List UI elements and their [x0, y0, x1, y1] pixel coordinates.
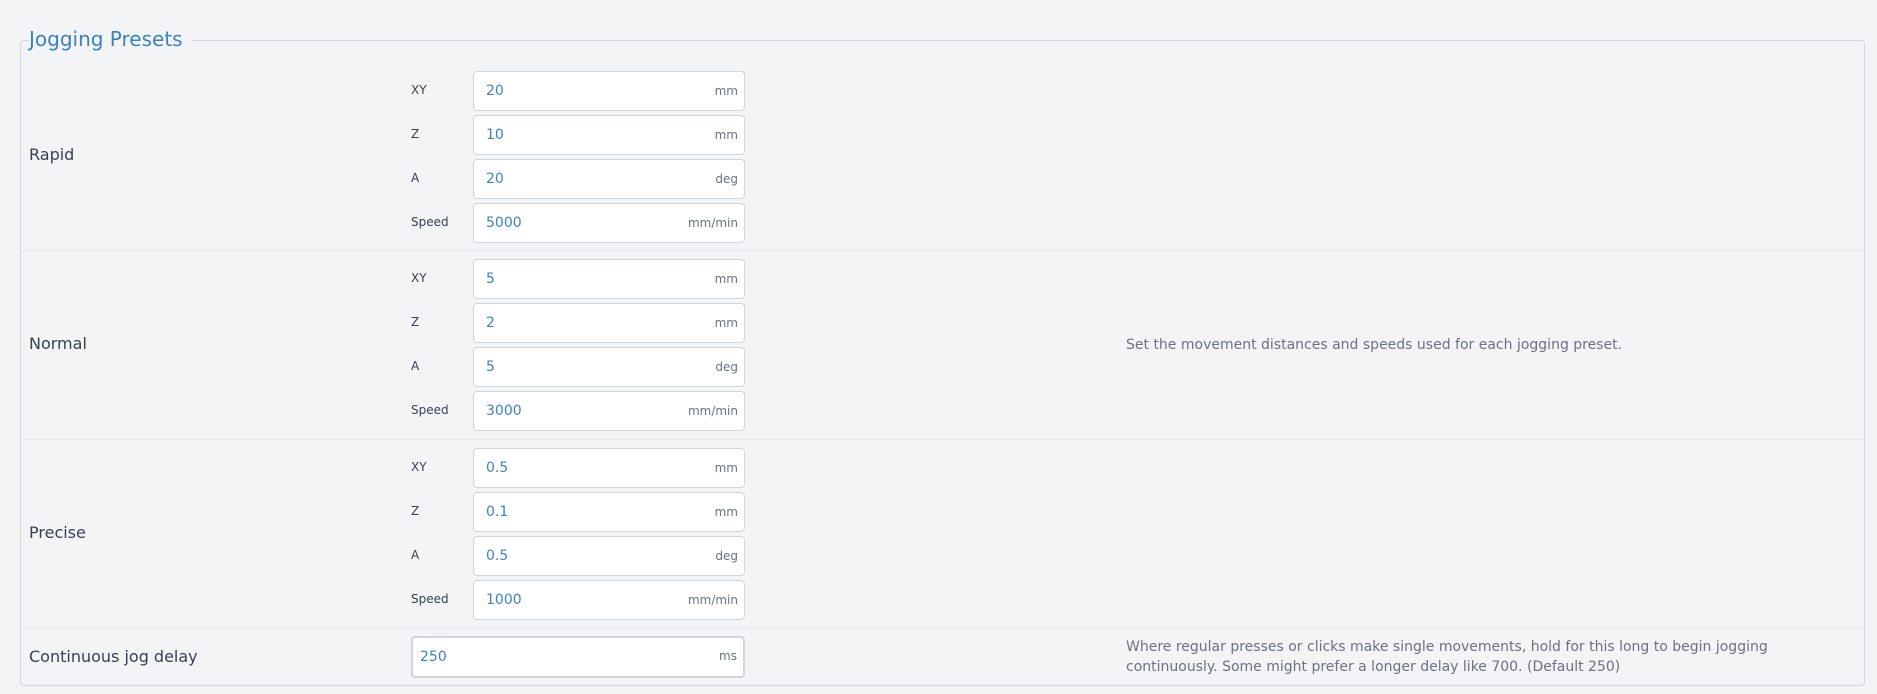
unit-label: mm	[714, 461, 738, 475]
unit-label: mm/min	[687, 404, 738, 418]
unit-label: mm	[714, 272, 738, 286]
continuous-jog-label: Continuous jog delay	[29, 647, 198, 666]
rapid-z-field: Z mm	[411, 115, 765, 155]
precise-speed-field: Speed mm/min	[411, 580, 765, 620]
field-label: Z	[411, 127, 420, 141]
preset-label-precise: Precise	[29, 523, 86, 542]
input-container: deg	[473, 159, 745, 199]
field-label: A	[411, 359, 420, 373]
continuous-jog-row: Continuous jog delay ms Where regular pr…	[21, 629, 1864, 686]
field-label: XY	[411, 271, 427, 285]
field-label: Speed	[411, 403, 449, 417]
unit-label: deg	[715, 549, 738, 563]
field-label: XY	[411, 83, 427, 97]
unit-label: mm/min	[687, 216, 738, 230]
unit-label: mm	[714, 316, 738, 330]
unit-label: mm	[714, 505, 738, 519]
input-container: mm	[473, 492, 745, 532]
unit-label: deg	[715, 172, 738, 186]
precise-z-field: Z mm	[411, 492, 765, 532]
unit-label: mm	[714, 84, 738, 98]
field-label: Speed	[411, 215, 449, 229]
input-container: mm	[473, 71, 745, 111]
normal-speed-field: Speed mm/min	[411, 391, 765, 431]
rapid-speed-field: Speed mm/min	[411, 203, 765, 243]
precise-z-input[interactable]	[474, 493, 744, 531]
input-container: mm/min	[473, 391, 745, 431]
unit-label: deg	[715, 360, 738, 374]
input-container: deg	[473, 347, 745, 387]
preset-label-normal: Normal	[29, 334, 87, 353]
input-container: mm	[473, 115, 745, 155]
continuous-jog-input[interactable]	[413, 638, 743, 676]
rapid-a-input[interactable]	[474, 160, 744, 198]
normal-xy-input[interactable]	[474, 260, 744, 298]
field-label: A	[411, 171, 420, 185]
input-container: mm/min	[473, 203, 745, 243]
precise-xy-field: XY mm	[411, 448, 765, 488]
normal-z-field: Z mm	[411, 303, 765, 343]
field-label: Speed	[411, 592, 449, 606]
normal-z-input[interactable]	[474, 304, 744, 342]
precise-xy-input[interactable]	[474, 449, 744, 487]
unit-label: ms	[719, 649, 737, 663]
field-label: Z	[411, 315, 420, 329]
rapid-xy-input[interactable]	[474, 72, 744, 110]
continuous-jog-container: ms	[411, 636, 745, 678]
input-container: mm	[473, 259, 745, 299]
preset-row-normal: Normal XY mm Z mm A deg Speed	[21, 251, 1864, 440]
unit-label: mm	[714, 128, 738, 142]
jogging-presets-section: Jogging Presets Rapid XY mm Z mm A deg	[20, 27, 1865, 686]
preset-row-precise: Precise XY mm Z mm A deg Speed	[21, 440, 1864, 629]
normal-xy-field: XY mm	[411, 259, 765, 299]
input-container: mm	[473, 303, 745, 343]
precise-a-input[interactable]	[474, 537, 744, 575]
rapid-xy-field: XY mm	[411, 71, 765, 111]
preset-label-rapid: Rapid	[29, 145, 75, 164]
input-container: mm/min	[473, 580, 745, 620]
field-label: A	[411, 548, 420, 562]
input-container: mm	[473, 448, 745, 488]
unit-label: mm/min	[687, 593, 738, 607]
preset-row-rapid: Rapid XY mm Z mm A deg Speed	[21, 41, 1864, 251]
normal-a-field: A deg	[411, 347, 765, 387]
input-container: deg	[473, 536, 745, 576]
presets-description: Set the movement distances and speeds us…	[1126, 337, 1623, 353]
rapid-z-input[interactable]	[474, 116, 744, 154]
normal-a-input[interactable]	[474, 348, 744, 386]
field-label: XY	[411, 460, 427, 474]
precise-a-field: A deg	[411, 536, 765, 576]
continuous-jog-description: Where regular presses or clicks make sin…	[1126, 639, 1768, 675]
field-label: Z	[411, 504, 420, 518]
rapid-a-field: A deg	[411, 159, 765, 199]
